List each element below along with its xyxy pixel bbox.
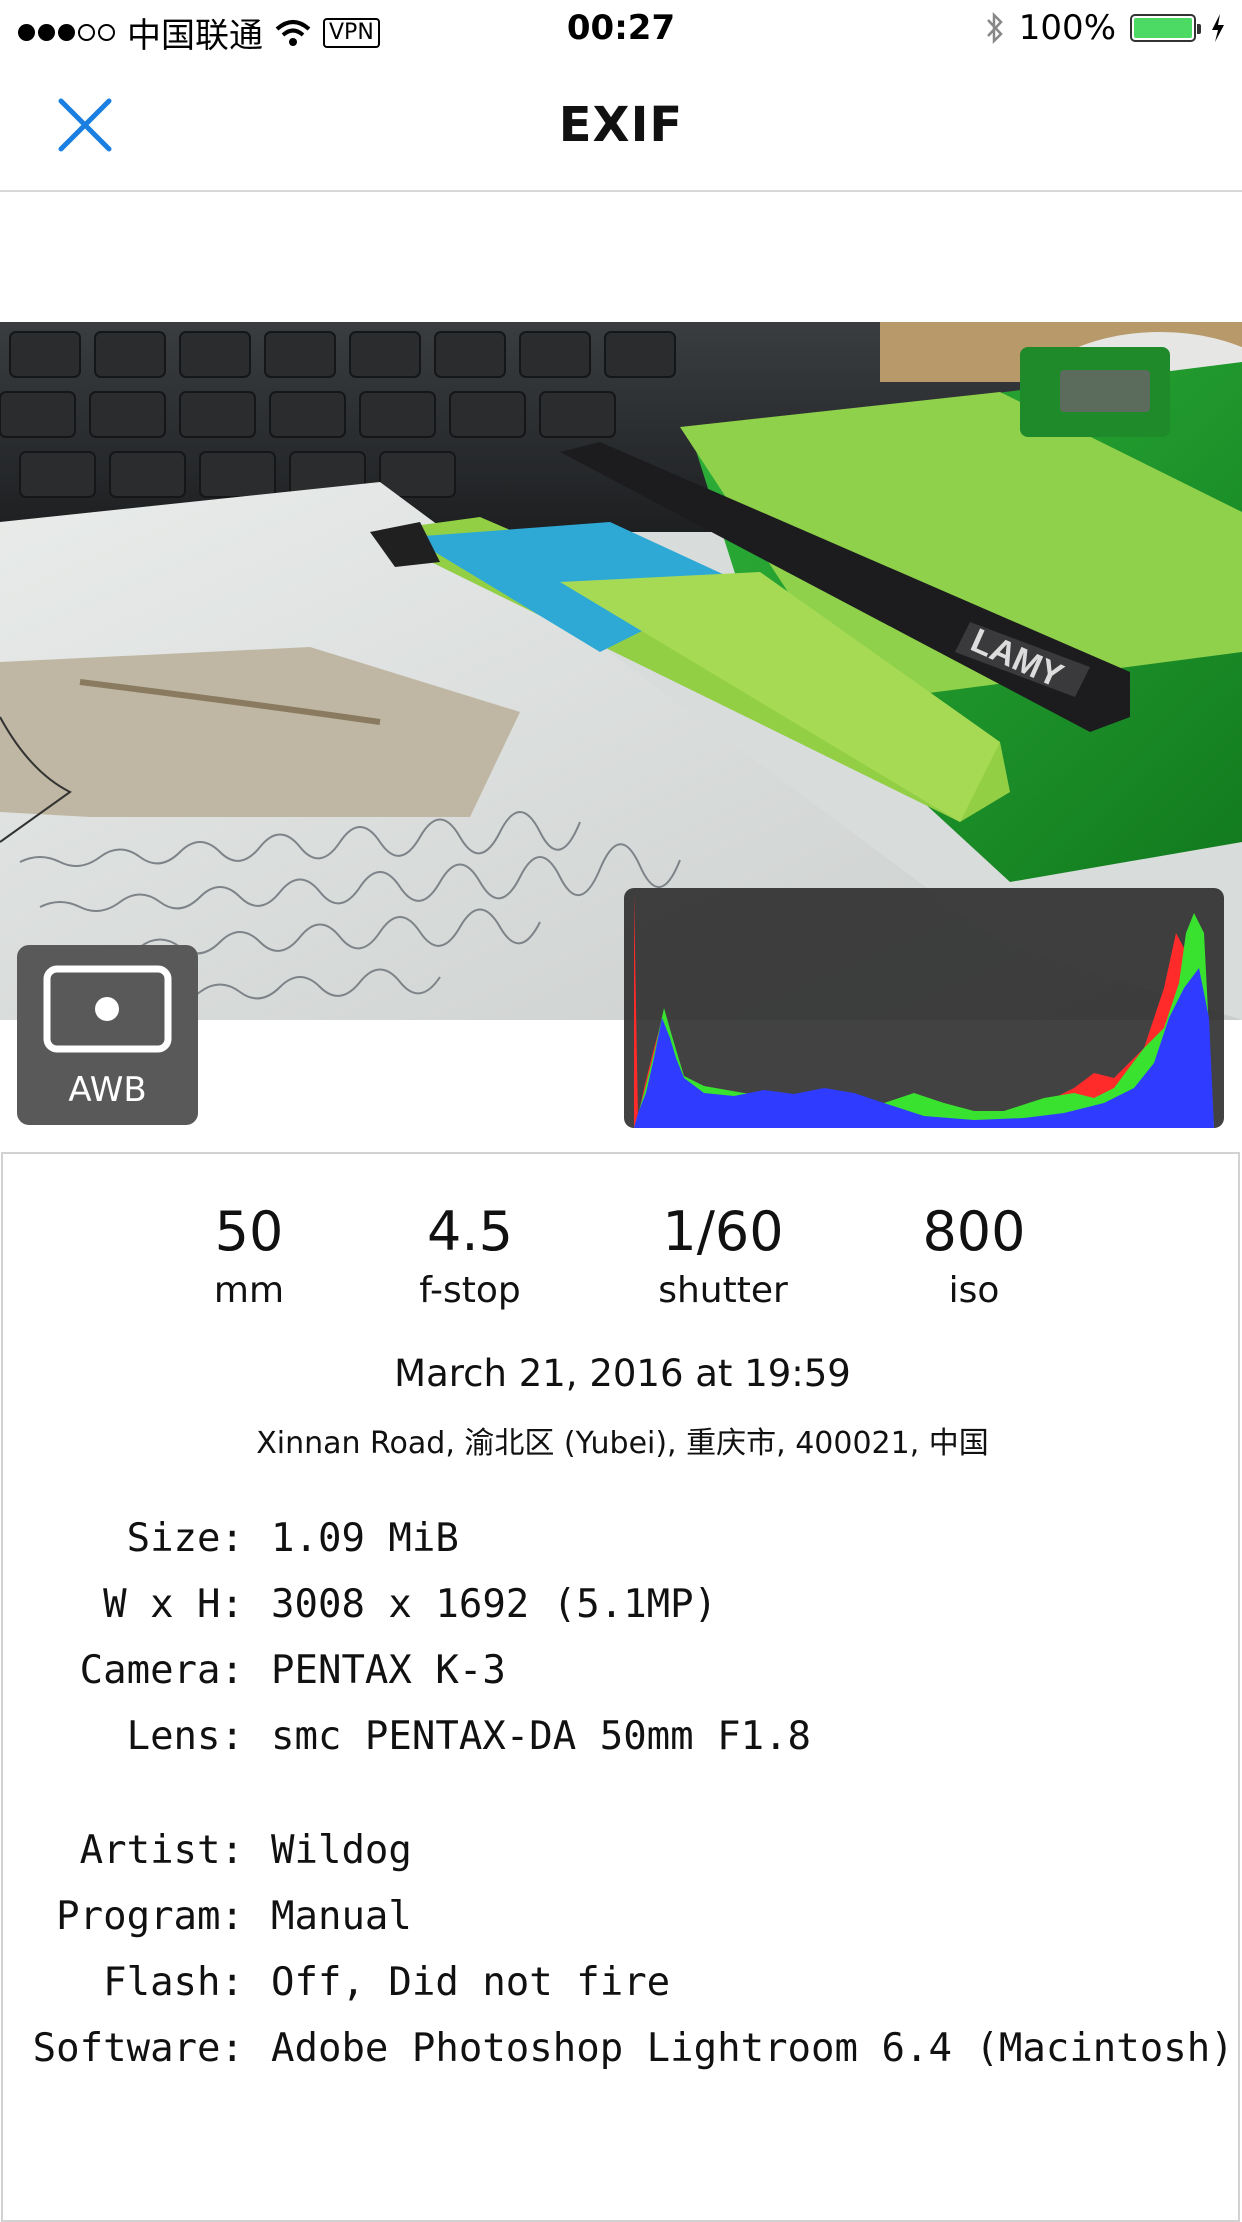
aperture-label: f-stop <box>419 1270 521 1311</box>
capture-location[interactable]: Xinnan Road, 渝北区 (Yubei), 重庆市, 400021, 中… <box>3 1418 1242 1462</box>
detail-key: Software: <box>32 2026 244 2071</box>
aperture-stat: 4.5 f-stop <box>370 1200 570 1316</box>
detail-row-artist: Artist: Wildog <box>3 1826 1242 1876</box>
iso-value: 800 <box>922 1200 1026 1263</box>
aperture-value: 4.5 <box>427 1200 513 1263</box>
status-bar: 中国联通 VPN 00:27 100% <box>0 0 1242 62</box>
detail-key: Camera: <box>79 1648 244 1693</box>
focal-length-stat: 50 mm <box>149 1200 349 1316</box>
detail-value: Manual <box>271 1894 412 1939</box>
shutter-stat: 1/60 shutter <box>623 1200 823 1316</box>
histogram <box>624 888 1224 1128</box>
exif-info-panel: 50 mm 4.5 f-stop 1/60 shutter 800 iso Ma… <box>1 1152 1240 2222</box>
shutter-value: 1/60 <box>662 1200 784 1263</box>
detail-key: Program: <box>56 1894 244 1939</box>
detail-row-software: Software: Adobe Photoshop Lightroom 6.4 … <box>3 2024 1242 2074</box>
detail-key: Lens: <box>126 1714 244 1759</box>
page-title: EXIF <box>558 97 684 153</box>
detail-row-dimensions: W x H: 3008 x 1692 (5.1MP) <box>3 1580 1242 1630</box>
detail-key: Artist: <box>79 1828 244 1873</box>
white-balance-icon <box>43 965 172 1053</box>
battery-icon <box>1130 14 1201 42</box>
detail-row-size: Size: 1.09 MiB <box>3 1514 1242 1564</box>
detail-value: Adobe Photoshop Lightroom 6.4 (Macintosh… <box>271 2026 1234 2071</box>
detail-row-camera: Camera: PENTAX K-3 <box>3 1646 1242 1696</box>
histogram-chart <box>634 893 1214 1128</box>
white-balance-label: AWB <box>68 1070 147 1110</box>
detail-row-program: Program: Manual <box>3 1892 1242 1942</box>
navigation-bar: EXIF <box>0 62 1242 192</box>
white-balance-badge: AWB <box>17 945 198 1125</box>
focal-length-label: mm <box>213 1270 285 1311</box>
detail-value: 1.09 MiB <box>271 1516 459 1561</box>
battery-percent: 100% <box>1018 8 1116 48</box>
detail-value: 3008 x 1692 (5.1MP) <box>271 1582 718 1627</box>
detail-key: Flash: <box>103 1960 244 2005</box>
detail-value: smc PENTAX-DA 50mm F1.8 <box>271 1714 812 1759</box>
iso-stat: 800 iso <box>874 1200 1074 1316</box>
iso-label: iso <box>948 1270 1000 1311</box>
bluetooth-icon <box>986 11 1003 45</box>
detail-key: Size: <box>126 1516 244 1561</box>
focal-length-value: 50 <box>214 1200 284 1263</box>
shutter-label: shutter <box>658 1270 788 1311</box>
detail-value: PENTAX K-3 <box>271 1648 506 1693</box>
status-right: 100% <box>985 8 1226 48</box>
capture-date: March 21, 2016 at 19:59 <box>394 1352 851 1395</box>
detail-value: Wildog <box>271 1828 412 1873</box>
charging-bolt-icon <box>1212 14 1224 42</box>
detail-key: W x H: <box>103 1582 244 1627</box>
detail-row-lens: Lens: smc PENTAX-DA 50mm F1.8 <box>3 1712 1242 1762</box>
detail-value: Off, Did not fire <box>271 1960 671 2005</box>
detail-row-flash: Flash: Off, Did not fire <box>3 1958 1242 2008</box>
